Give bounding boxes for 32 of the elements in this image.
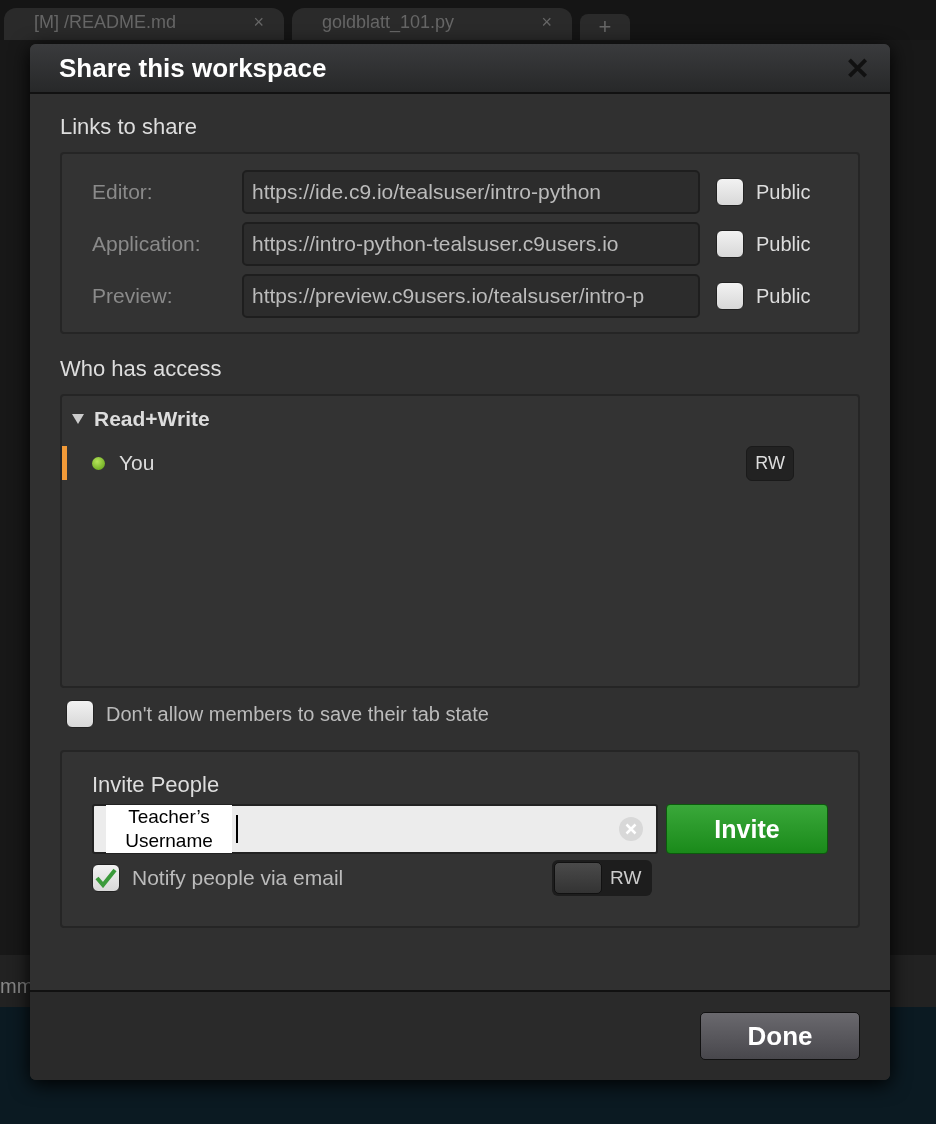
- link-label: Editor:: [92, 180, 154, 204]
- link-label: Preview:: [92, 284, 174, 308]
- url-field[interactable]: https://ide.c9.io/tealsuser/intro-python: [242, 170, 700, 214]
- member-row[interactable]: You RW: [62, 446, 858, 480]
- access-group[interactable]: Read+Write: [62, 406, 858, 432]
- section-heading: Who has access: [60, 356, 223, 382]
- public-label: Public: [756, 232, 811, 256]
- checkbox[interactable]: [66, 700, 94, 728]
- checkbox-label: Don't allow members to save their tab state: [106, 702, 489, 726]
- tab-label: [M] /README.md: [34, 12, 176, 33]
- dialog-title: Share this workspace: [59, 52, 327, 84]
- section-heading: Links to share: [60, 114, 198, 140]
- permission-button[interactable]: RW: [746, 445, 794, 481]
- username-field[interactable]: Teacher’s Username: [92, 804, 658, 854]
- permission-toggle[interactable]: RW: [552, 860, 652, 896]
- url-field[interactable]: https://intro-python-tealsuser.c9users.io: [242, 222, 700, 266]
- tab-label: goldblatt_101.py: [322, 12, 455, 33]
- section-heading: Invite People: [92, 772, 221, 798]
- notify-checkbox[interactable]: [92, 864, 120, 892]
- public-label: Public: [756, 180, 811, 204]
- link-label: Application:: [92, 232, 202, 256]
- public-label: Public: [756, 284, 811, 308]
- checkmark-icon: [95, 868, 117, 888]
- invite-button[interactable]: Invite: [666, 804, 828, 854]
- public-checkbox[interactable]: [716, 178, 744, 206]
- url-field[interactable]: https://preview.c9users.io/tealsuser/intro-p: [242, 274, 700, 318]
- public-checkbox[interactable]: [716, 282, 744, 310]
- checkbox-label: Notify people via email: [132, 866, 345, 890]
- triangle-icon: [72, 414, 84, 424]
- public-checkbox[interactable]: [716, 230, 744, 258]
- done-button[interactable]: Done: [700, 1012, 860, 1060]
- member-name: You: [119, 451, 156, 475]
